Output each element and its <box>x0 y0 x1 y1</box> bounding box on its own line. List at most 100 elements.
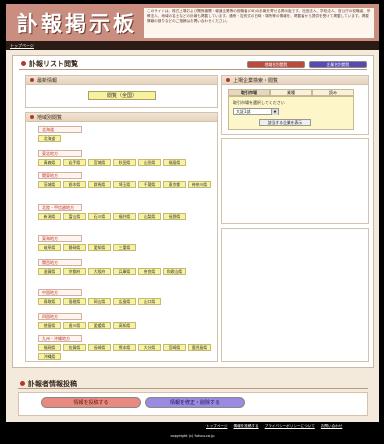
prefecture-button[interactable]: 京都府 <box>63 268 86 275</box>
prefecture-row: 青森県 岩手県 宮城県 秋田県 山形県 福島県 <box>38 159 216 166</box>
view-nationwide-button[interactable]: 閲覧（全国） <box>88 91 156 100</box>
prefecture-button[interactable]: 和歌山県 <box>163 268 186 275</box>
prefecture-button[interactable]: 山梨県 <box>138 213 161 220</box>
latest-info-label: 最新情報 <box>37 77 58 84</box>
prefecture-button[interactable]: 栃木県 <box>63 181 86 188</box>
region-name: 東北地方 <box>38 150 82 157</box>
latest-info-box: 最新情報 閲覧（全国） <box>25 75 218 108</box>
prefecture-button[interactable]: 島根県 <box>63 298 86 305</box>
prefecture-button[interactable]: 大分県 <box>138 344 161 351</box>
show-companies-button[interactable]: 該当する企業を表示 <box>259 119 311 126</box>
prefecture-row: 茨城県 栃木県 群馬県 埼玉県 千葉県 東京都 神奈川県 <box>38 181 216 188</box>
prefecture-button[interactable]: 千葉県 <box>138 181 161 188</box>
prefecture-button[interactable]: 青森県 <box>38 159 61 166</box>
tab-market[interactable]: 取引市場 <box>228 89 270 96</box>
prefecture-button[interactable]: 宮崎県 <box>163 344 186 351</box>
prefecture-button[interactable]: 茨城県 <box>38 181 61 188</box>
prefecture-button[interactable]: 山形県 <box>138 159 161 166</box>
prefecture-button[interactable]: 愛媛県 <box>88 322 111 329</box>
site-logo[interactable]: 訃報掲示板 <box>14 8 140 37</box>
post-panel: 訃報者情報投稿 情報を投稿する 情報を修正・削除する <box>12 374 374 418</box>
prefecture-button[interactable]: 東京都 <box>163 181 186 188</box>
divider <box>19 69 367 70</box>
prefecture-button[interactable]: 静岡県 <box>63 244 86 251</box>
post-info-button[interactable]: 情報を投稿する <box>41 397 141 408</box>
prefecture-button[interactable]: 神奈川県 <box>188 181 211 188</box>
site-header: 訃報掲示板 このサイトは、株式上場および関係機関・報道企業等の役職者(OB)の訃… <box>6 4 379 41</box>
footer-link-privacy[interactable]: プライバシーポリシーについて <box>265 424 315 429</box>
prefecture-button[interactable]: 埼玉県 <box>113 181 136 188</box>
tab-reading[interactable]: 読み <box>312 89 354 96</box>
bullet-icon <box>20 381 25 386</box>
prefecture-button[interactable]: 新潟県 <box>38 213 61 220</box>
chevron-down-icon: ▼ <box>271 109 278 115</box>
prefecture-button[interactable]: 愛知県 <box>88 244 111 251</box>
prefecture-row: 岐阜県 静岡県 愛知県 三重県 <box>38 244 216 251</box>
footer-links: トップページ 情報を投稿する プライバシーポリシーについて お問い合わせ <box>206 424 342 429</box>
prefecture-button[interactable]: 群馬県 <box>88 181 111 188</box>
tab-by-company[interactable]: 企業名別閲覧 <box>309 61 367 68</box>
bullet-icon <box>30 78 34 82</box>
region-group: 九州・沖縄地方 福岡県 佐賀県 長崎県 熊本県 大分県 宮崎県 鹿児島県 沖縄県 <box>38 335 216 360</box>
prefecture-button[interactable]: 岩手県 <box>63 159 86 166</box>
bullet-icon <box>226 78 230 82</box>
prefecture-row: 新潟県 富山県 石川県 福井県 山梨県 長野県 <box>38 213 216 220</box>
prefecture-button[interactable]: 北海道 <box>38 135 61 142</box>
search-tabs: 取引市場 業種 読み <box>228 89 354 96</box>
copyright: copyright (c) fuhou.co.jp <box>170 434 215 438</box>
region-group: 東海地方岐阜県 静岡県 愛知県 三重県 <box>38 235 216 251</box>
region-header: 地域別閲覧 <box>26 113 217 122</box>
tab-by-region[interactable]: 地域名別閲覧 <box>247 61 305 68</box>
prefecture-button[interactable]: 長野県 <box>163 213 186 220</box>
prefecture-button[interactable]: 山口県 <box>138 298 161 305</box>
prefecture-button[interactable]: 福島県 <box>163 159 186 166</box>
edit-delete-button[interactable]: 情報を修正・削除する <box>145 397 245 408</box>
prefecture-row: 徳島県 香川県 愛媛県 高知県 <box>38 322 216 329</box>
footer-link-top[interactable]: トップページ <box>206 424 228 429</box>
prefecture-button[interactable]: 大阪府 <box>88 268 111 275</box>
prefecture-button[interactable]: 石川県 <box>88 213 111 220</box>
prefecture-button[interactable]: 岐阜県 <box>38 244 61 251</box>
page: 訃報掲示板 このサイトは、株式上場および関係機関・報道企業等の役職者(OB)の訃… <box>6 4 379 440</box>
region-box: 地域別閲覧 北海道 北海道 東北地方 青森県 岩手県 宮城県 秋田県 山形県 福島県 関東地方 茨城… <box>25 112 218 362</box>
region-group: 関西地方 滋賀県 京都府 大阪府 兵庫県 奈良県 和歌山県 <box>38 259 216 275</box>
prefecture-button[interactable]: 富山県 <box>63 213 86 220</box>
footer-link-contact[interactable]: お問い合わせ <box>321 424 343 429</box>
prefecture-button[interactable]: 福岡県 <box>38 344 61 351</box>
prefecture-button[interactable]: 佐賀県 <box>63 344 86 351</box>
top-page-link[interactable]: トップページ <box>10 43 34 49</box>
search-label: 上場企業検索・閲覧 <box>233 77 279 84</box>
prefecture-button[interactable]: 香川県 <box>63 322 86 329</box>
prefecture-button[interactable]: 岡山県 <box>88 298 111 305</box>
tab-industry[interactable]: 業種 <box>270 89 312 96</box>
prefecture-button[interactable]: 鳥取県 <box>38 298 61 305</box>
market-select[interactable]: 大証1部 ▼ <box>233 108 279 115</box>
prefecture-button[interactable]: 秋田県 <box>113 159 136 166</box>
prefecture-row: 福岡県 佐賀県 長崎県 熊本県 大分県 宮崎県 鹿児島県沖縄県 <box>38 344 216 360</box>
prefecture-button[interactable]: 鹿児島県 <box>188 344 211 351</box>
list-section-title: 訃報リスト閲覧 <box>21 58 78 69</box>
prefecture-button[interactable]: 長崎県 <box>88 344 111 351</box>
prefecture-button[interactable]: 福井県 <box>113 213 136 220</box>
prefecture-button[interactable]: 徳島県 <box>38 322 61 329</box>
prefecture-button[interactable]: 三重県 <box>113 244 136 251</box>
region-group: 関東地方 茨城県 栃木県 群馬県 埼玉県 千葉県 東京都 神奈川県 <box>38 172 216 188</box>
prefecture-button[interactable]: 高知県 <box>113 322 136 329</box>
company-search-box: 上場企業検索・閲覧 取引市場 業種 読み 取引市場を選択してください 大証1部 … <box>221 75 369 135</box>
prefecture-button[interactable]: 兵庫県 <box>113 268 136 275</box>
region-group: 北陸・甲信越地方 新潟県 富山県 石川県 福井県 山梨県 長野県 <box>38 204 216 220</box>
top-nav-bar: トップページ <box>6 41 379 50</box>
prefecture-button[interactable]: 滋賀県 <box>38 268 61 275</box>
prefecture-button[interactable]: 広島県 <box>113 298 136 305</box>
post-box: 情報を投稿する 情報を修正・削除する <box>18 392 368 416</box>
prefecture-button[interactable]: 沖縄県 <box>38 353 61 360</box>
prefecture-button[interactable]: 奈良県 <box>138 268 161 275</box>
divider <box>18 388 368 389</box>
bullet-icon <box>21 61 26 66</box>
prefecture-row: 滋賀県 京都府 大阪府 兵庫県 奈良県 和歌山県 <box>38 268 216 275</box>
footer-link-post[interactable]: 情報を投稿する <box>234 424 259 429</box>
prefecture-button[interactable]: 宮城県 <box>88 159 111 166</box>
region-group: 東北地方青森県 岩手県 宮城県 秋田県 山形県 福島県 <box>38 150 216 166</box>
region-name: 東海地方 <box>38 235 82 242</box>
prefecture-button[interactable]: 熊本県 <box>113 344 136 351</box>
